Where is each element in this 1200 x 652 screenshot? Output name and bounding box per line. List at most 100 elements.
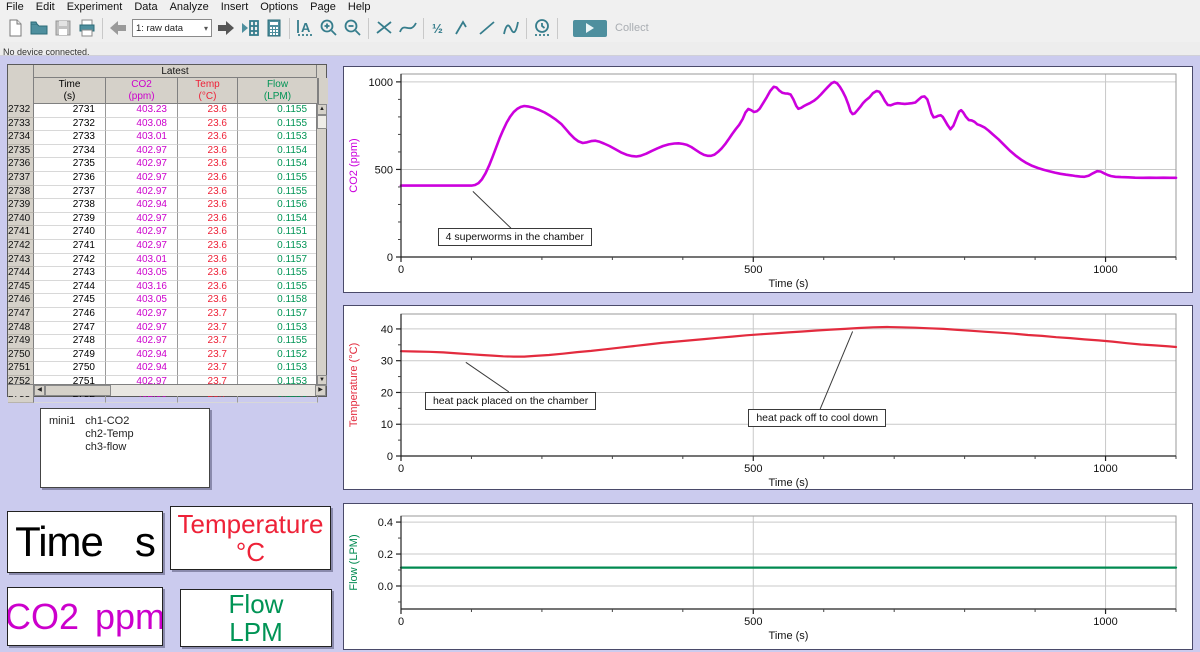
cell-co2[interactable]: 403.05 [106,294,178,308]
cell-co2[interactable]: 402.97 [106,212,178,227]
table-row[interactable]: 2743 2742 403.01 23.6 0.1157 [8,253,326,268]
cell-time[interactable]: 2735 [34,158,106,172]
graph-annotation[interactable]: heat pack off to cool down [748,408,887,427]
cell-time[interactable]: 2748 [34,335,106,349]
scroll-left-icon[interactable]: ◀ [34,385,45,396]
graph-annotation[interactable]: heat pack placed on the chamber [424,391,597,410]
cell-co2[interactable]: 402.97 [106,321,178,336]
cell-flow[interactable]: 0.1155 [238,171,318,186]
cell-time[interactable]: 2750 [34,362,106,376]
table-row[interactable]: 2735 2734 402.97 23.6 0.1154 [8,144,326,159]
column-header-temp[interactable]: Temp (°C) [178,78,238,104]
menu-item-help[interactable]: Help [342,1,377,13]
zoom-out-icon[interactable] [341,17,365,40]
cell-flow[interactable]: 0.1151 [238,226,318,240]
store-latest-run-icon[interactable] [238,17,262,40]
examine-icon[interactable] [372,17,396,40]
cell-flow[interactable]: 0.1153 [238,362,318,376]
table-row[interactable]: 2750 2749 402.94 23.7 0.1152 [8,348,326,363]
cell-co2[interactable]: 402.97 [106,239,178,254]
cell-time[interactable]: 2746 [34,307,106,322]
cell-temp[interactable]: 23.6 [178,171,238,186]
cell-temp[interactable]: 23.6 [178,158,238,172]
table-row[interactable]: 2747 2746 402.97 23.7 0.1157 [8,307,326,322]
menu-item-experiment[interactable]: Experiment [61,1,129,13]
table-row[interactable]: 2739 2738 402.94 23.6 0.1156 [8,199,326,213]
table-body[interactable]: 2732 2731 403.23 23.6 0.1155 2733 2732 403.08 23… [8,104,326,404]
menu-item-data[interactable]: Data [128,1,163,13]
cell-temp[interactable]: 23.6 [178,131,238,145]
statistics-icon[interactable] [451,17,475,40]
cell-temp[interactable]: 23.6 [178,117,238,132]
autoscale-icon[interactable]: A [293,17,317,40]
cell-time[interactable]: 2747 [34,321,106,336]
cell-co2[interactable]: 402.97 [106,171,178,186]
cell-time[interactable]: 2743 [34,267,106,281]
cell-temp[interactable]: 23.7 [178,321,238,336]
cell-co2[interactable]: 402.94 [106,362,178,376]
table-row[interactable]: 2732 2731 403.23 23.6 0.1155 [8,104,326,118]
table-row[interactable]: 2737 2736 402.97 23.6 0.1155 [8,171,326,186]
cell-time[interactable]: 2749 [34,348,106,363]
table-row[interactable]: 2736 2735 402.97 23.6 0.1154 [8,158,326,172]
tangent-icon[interactable] [396,17,420,40]
table-row[interactable]: 2740 2739 402.97 23.6 0.1154 [8,212,326,227]
table-row[interactable]: 2744 2743 403.05 23.6 0.1155 [8,267,326,281]
cell-temp[interactable]: 23.6 [178,212,238,227]
scroll-right-icon[interactable]: ▶ [315,385,326,396]
cell-co2[interactable]: 403.01 [106,253,178,268]
print-icon[interactable] [75,17,99,40]
cell-temp[interactable]: 23.6 [178,104,238,118]
cell-co2[interactable]: 403.01 [106,131,178,145]
cell-time[interactable]: 2744 [34,280,106,295]
menu-item-edit[interactable]: Edit [30,1,61,13]
cell-time[interactable]: 2736 [34,171,106,186]
flow-graph[interactable]: 0 500 1000 0.0 0.2 0.4 Time (s) Flow (LPM) [343,503,1193,650]
graph-annotation[interactable]: 4 superworms in the chamber [437,228,592,247]
menu-item-page[interactable]: Page [304,1,342,13]
cell-temp[interactable]: 23.6 [178,267,238,281]
menu-item-options[interactable]: Options [254,1,304,13]
column-header-flow[interactable]: Flow (LPM) [238,78,318,104]
cell-temp[interactable]: 23.6 [178,185,238,200]
cell-time[interactable]: 2740 [34,226,106,240]
cell-flow[interactable]: 0.1152 [238,348,318,363]
cell-co2[interactable]: 402.94 [106,199,178,213]
cell-time[interactable]: 2733 [34,131,106,145]
cell-temp[interactable]: 23.7 [178,335,238,349]
cell-flow[interactable]: 0.1153 [238,239,318,254]
device-box[interactable]: mini1 ch1-CO2 ch2-Temp ch3-flow [40,408,210,488]
cell-time[interactable]: 2732 [34,117,106,132]
column-header-time[interactable]: Time (s) [34,78,106,104]
open-file-icon[interactable] [27,17,51,40]
cell-flow[interactable]: 0.1153 [238,131,318,145]
meter-temperature[interactable]: Temperature °C [170,506,331,570]
temperature-graph[interactable]: 0 500 1000 0 10 20 30 40 Time (s) Temperature (°C… [343,305,1193,490]
cell-co2[interactable]: 403.08 [106,117,178,132]
cell-flow[interactable]: 0.1154 [238,212,318,227]
cell-flow[interactable]: 0.1155 [238,117,318,132]
cell-flow[interactable]: 0.1155 [238,267,318,281]
table-row[interactable]: 2748 2747 402.97 23.7 0.1153 [8,321,326,336]
cell-co2[interactable]: 402.97 [106,307,178,322]
cell-co2[interactable]: 402.97 [106,158,178,172]
linear-fit-icon[interactable] [475,17,499,40]
table-row[interactable]: 2741 2740 402.97 23.6 0.1151 [8,226,326,240]
cell-time[interactable]: 2739 [34,212,106,227]
horizontal-scroll-thumb[interactable] [45,385,111,396]
cell-flow[interactable]: 0.1154 [238,144,318,159]
cell-temp[interactable]: 23.6 [178,199,238,213]
cell-flow[interactable]: 0.1155 [238,280,318,295]
horizontal-scroll-track[interactable] [111,385,315,396]
cell-flow[interactable]: 0.1157 [238,253,318,268]
table-vertical-scrollbar[interactable]: ▲ ▼ [316,104,327,386]
cell-temp[interactable]: 23.6 [178,253,238,268]
cell-co2[interactable]: 403.23 [106,104,178,118]
table-row[interactable]: 2733 2732 403.08 23.6 0.1155 [8,117,326,132]
cell-co2[interactable]: 403.16 [106,280,178,295]
cell-temp[interactable]: 23.7 [178,348,238,363]
cell-co2[interactable]: 402.97 [106,144,178,159]
cell-time[interactable]: 2741 [34,239,106,254]
meter-flow[interactable]: Flow LPM [180,589,332,647]
scroll-up-icon[interactable]: ▲ [317,104,327,115]
